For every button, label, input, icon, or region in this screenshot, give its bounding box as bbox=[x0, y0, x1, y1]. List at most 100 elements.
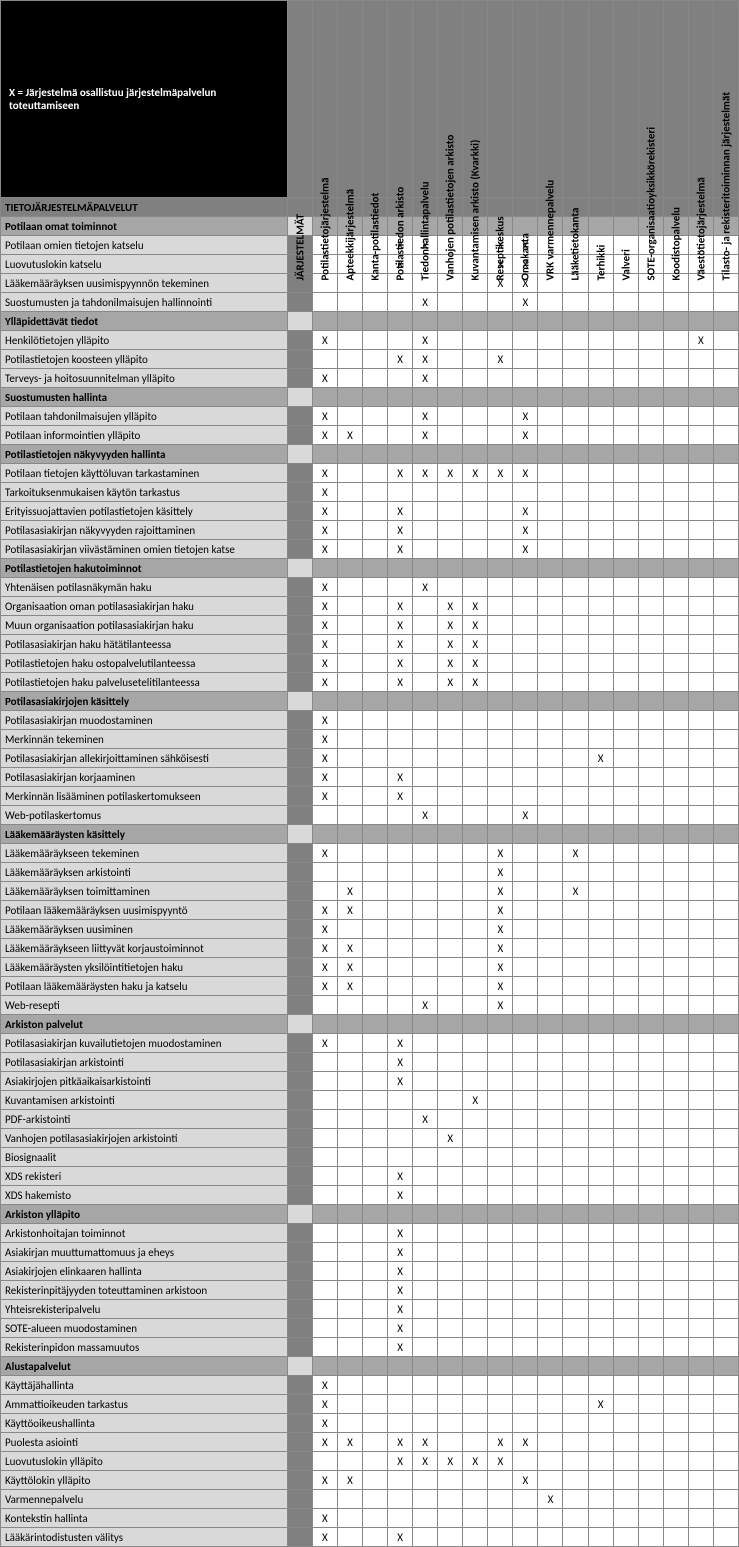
row-label: Tarkoituksenmukaisen käytön tarkastus bbox=[1, 483, 288, 502]
cell bbox=[588, 1186, 613, 1205]
cell bbox=[438, 521, 463, 540]
cell: X bbox=[488, 920, 513, 939]
cell bbox=[413, 1224, 438, 1243]
cell bbox=[362, 312, 387, 331]
cell bbox=[438, 1490, 463, 1509]
cell bbox=[588, 350, 613, 369]
cell bbox=[488, 730, 513, 749]
cell bbox=[663, 806, 688, 825]
cell bbox=[312, 1015, 337, 1034]
cell bbox=[413, 863, 438, 882]
cell bbox=[713, 1053, 738, 1072]
cell bbox=[663, 730, 688, 749]
cell: X bbox=[488, 939, 513, 958]
cell: X bbox=[312, 901, 337, 920]
cell: X bbox=[388, 540, 413, 559]
cell bbox=[713, 1338, 738, 1357]
cell: X bbox=[438, 1129, 463, 1148]
row-label: Arkistonhoitajan toiminnot bbox=[1, 1224, 288, 1243]
cell bbox=[538, 331, 563, 350]
table-row: Erityissuojattavien potilastietojen käsi… bbox=[1, 502, 739, 521]
cell bbox=[463, 1053, 488, 1072]
cell bbox=[563, 1110, 588, 1129]
cell bbox=[413, 1053, 438, 1072]
cell bbox=[538, 1376, 563, 1395]
cell bbox=[312, 1490, 337, 1509]
cell bbox=[463, 901, 488, 920]
cell bbox=[337, 369, 362, 388]
cell bbox=[337, 1053, 362, 1072]
cell bbox=[362, 1471, 387, 1490]
spacer bbox=[287, 1376, 312, 1395]
spacer bbox=[287, 1509, 312, 1528]
table-row: Suostumusten ja tahdonilmaisujen hallinn… bbox=[1, 293, 739, 312]
row-label: Lääkemääräysten yksilöintitietojen haku bbox=[1, 958, 288, 977]
cell bbox=[663, 882, 688, 901]
cell bbox=[388, 1490, 413, 1509]
cell bbox=[538, 540, 563, 559]
cell bbox=[438, 1376, 463, 1395]
cell bbox=[362, 540, 387, 559]
cell bbox=[688, 1452, 713, 1471]
cell bbox=[312, 388, 337, 407]
cell bbox=[613, 1205, 638, 1224]
cell bbox=[613, 331, 638, 350]
cell bbox=[638, 293, 663, 312]
cell bbox=[463, 1262, 488, 1281]
cell bbox=[613, 692, 638, 711]
cell bbox=[337, 597, 362, 616]
cell: X bbox=[413, 578, 438, 597]
cell bbox=[613, 1281, 638, 1300]
cell bbox=[463, 1433, 488, 1452]
cell bbox=[513, 673, 538, 692]
cell bbox=[413, 502, 438, 521]
cell bbox=[638, 369, 663, 388]
cell bbox=[663, 768, 688, 787]
row-label: Potilaan omien tietojen katselu bbox=[1, 236, 288, 255]
cell bbox=[688, 1091, 713, 1110]
cell bbox=[488, 692, 513, 711]
cell bbox=[563, 825, 588, 844]
cell bbox=[613, 426, 638, 445]
cell bbox=[312, 1281, 337, 1300]
cell bbox=[413, 654, 438, 673]
cell bbox=[613, 882, 638, 901]
cell bbox=[563, 1490, 588, 1509]
cell bbox=[362, 388, 387, 407]
cell bbox=[563, 635, 588, 654]
cell bbox=[638, 1186, 663, 1205]
cell bbox=[563, 1471, 588, 1490]
table-row: Lääkärintodistusten välitysXX bbox=[1, 1528, 739, 1547]
cell bbox=[588, 1034, 613, 1053]
cell bbox=[588, 312, 613, 331]
cell: X bbox=[388, 1053, 413, 1072]
cell bbox=[663, 1167, 688, 1186]
cell bbox=[538, 1528, 563, 1547]
cell bbox=[613, 1300, 638, 1319]
cell bbox=[613, 1148, 638, 1167]
cell bbox=[362, 426, 387, 445]
cell bbox=[362, 407, 387, 426]
cell bbox=[513, 844, 538, 863]
cell bbox=[663, 920, 688, 939]
row-label: Potilasasiakirjan allekirjoittaminen säh… bbox=[1, 749, 288, 768]
row-label: TIETOJÄRJESTELMÄPALVELUT bbox=[1, 198, 288, 217]
row-label: Merkinnän tekeminen bbox=[1, 730, 288, 749]
cell bbox=[337, 331, 362, 350]
cell bbox=[337, 1528, 362, 1547]
col-header: Omakanta bbox=[513, 1, 538, 198]
row-label: Lääkemääräyksen arkistointi bbox=[1, 863, 288, 882]
cell bbox=[362, 863, 387, 882]
spacer bbox=[287, 787, 312, 806]
cell bbox=[663, 1072, 688, 1091]
table-row: Rekisterinpidon massamuutosX bbox=[1, 1338, 739, 1357]
cell bbox=[713, 1357, 738, 1376]
cell bbox=[413, 597, 438, 616]
cell bbox=[337, 464, 362, 483]
row-label: Suostumusten ja tahdonilmaisujen hallinn… bbox=[1, 293, 288, 312]
cell bbox=[513, 1414, 538, 1433]
cell bbox=[538, 1357, 563, 1376]
cell bbox=[438, 1091, 463, 1110]
cell bbox=[312, 1072, 337, 1091]
cell bbox=[663, 1148, 688, 1167]
